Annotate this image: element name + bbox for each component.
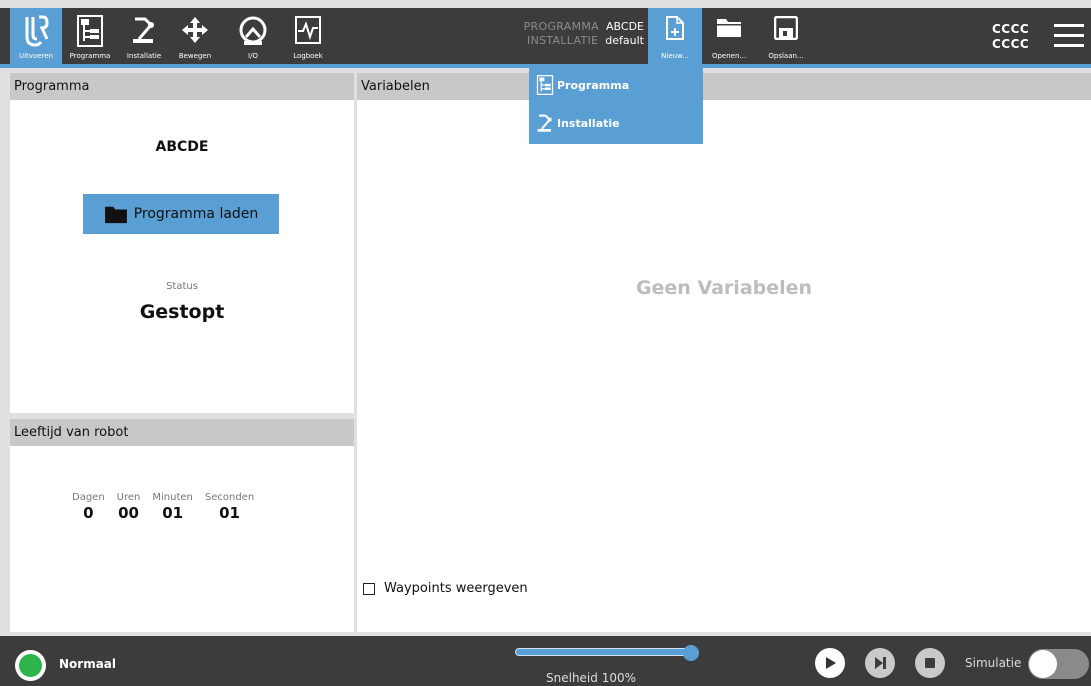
user-line-1: CCCC bbox=[992, 22, 1030, 36]
nav-programma[interactable]: Programma bbox=[62, 8, 118, 64]
toggle-knob bbox=[1029, 650, 1057, 678]
nav-label: Installatie bbox=[126, 52, 162, 60]
age-value: 00 bbox=[118, 504, 139, 522]
age-label: Seconden bbox=[204, 492, 255, 503]
log-chart-icon bbox=[295, 16, 321, 44]
new-label: Nieuw... bbox=[661, 52, 689, 60]
checkbox-box[interactable] bbox=[363, 582, 375, 595]
nav-label: Bewegen bbox=[178, 52, 212, 60]
robot-arm-icon bbox=[537, 114, 552, 132]
show-waypoints-label: Waypoints weergeven bbox=[384, 581, 528, 596]
nav-installatie[interactable]: Installatie bbox=[120, 8, 168, 64]
nav-label: Logboek bbox=[293, 52, 323, 60]
play-button[interactable] bbox=[815, 648, 845, 678]
open-button[interactable]: Openen... bbox=[704, 8, 754, 64]
new-menu-label: Installatie bbox=[557, 116, 620, 130]
program-panel: Programma ABCDE Programma laden Status G… bbox=[10, 73, 354, 413]
robot-age-panel: Leeftijd van robot Dagen 0 Uren 00 Minut… bbox=[10, 419, 354, 632]
program-name: ABCDE bbox=[155, 139, 209, 155]
new-menu-label: Programma bbox=[557, 78, 630, 92]
nav-label: I/O bbox=[248, 52, 258, 60]
play-icon bbox=[826, 657, 836, 669]
nav-io[interactable]: I/O bbox=[232, 8, 274, 64]
variables-panel-title: Variabelen bbox=[357, 73, 1091, 100]
speed-slider-thumb[interactable] bbox=[683, 645, 699, 661]
nav-label: Programma bbox=[69, 52, 111, 60]
installation-value: default bbox=[605, 34, 644, 47]
save-label: Opslaan... bbox=[768, 52, 804, 60]
age-label: Minuten bbox=[152, 492, 193, 503]
robot-age-title: Leeftijd van robot bbox=[10, 419, 354, 446]
nav-logboek[interactable]: Logboek bbox=[284, 8, 332, 64]
status-label: Status bbox=[166, 281, 198, 292]
program-installation-info: PROGRAMMA ABCDE INSTALLATIE default bbox=[524, 20, 644, 48]
new-menu-item-programma[interactable]: Programma bbox=[535, 73, 629, 97]
simulation-toggle[interactable] bbox=[1028, 649, 1089, 679]
stop-icon bbox=[925, 658, 935, 668]
age-label: Dagen bbox=[72, 492, 105, 503]
simulation-label: Simulatie bbox=[965, 656, 1022, 670]
new-menu-item-installatie[interactable]: Installatie bbox=[535, 111, 620, 135]
folder-icon bbox=[717, 19, 741, 37]
robot-mode-label: Normaal bbox=[59, 657, 117, 671]
folder-icon bbox=[104, 206, 127, 224]
age-label: Uren bbox=[116, 492, 141, 503]
user-line-2: CCCC bbox=[992, 37, 1030, 51]
show-waypoints-checkbox[interactable]: Waypoints weergeven bbox=[363, 581, 528, 596]
new-button[interactable]: Nieuw... bbox=[648, 8, 702, 64]
age-minutes: Minuten 01 bbox=[152, 492, 193, 522]
age-value: 0 bbox=[83, 504, 94, 522]
age-seconds: Seconden 01 bbox=[205, 492, 254, 522]
stop-button[interactable] bbox=[915, 648, 945, 678]
program-key: PROGRAMMA bbox=[523, 20, 600, 33]
speed-slider-track[interactable] bbox=[515, 648, 691, 656]
robot-arm-icon bbox=[133, 17, 154, 43]
program-tree-icon bbox=[536, 75, 554, 95]
step-forward-icon bbox=[875, 657, 886, 669]
load-program-button[interactable]: Programma laden bbox=[83, 194, 279, 234]
speed-label: Snelheid 100% bbox=[546, 671, 636, 685]
age-value: 01 bbox=[219, 504, 240, 522]
status-value: Gestopt bbox=[139, 301, 225, 323]
bottom-status-bar: Normaal Snelheid 100% Simulatie bbox=[0, 636, 1091, 686]
age-value: 01 bbox=[162, 504, 184, 522]
new-dropdown-menu: Programma Installatie bbox=[529, 68, 703, 144]
variables-panel: Variabelen Geen Variabelen Waypoints wee… bbox=[357, 73, 1091, 632]
robot-status-indicator-icon[interactable] bbox=[15, 650, 46, 681]
program-tree-icon bbox=[77, 15, 103, 47]
no-variables-text: Geen Variabelen bbox=[635, 277, 813, 299]
nav-label: Uitvoeren bbox=[18, 52, 53, 60]
floppy-disk-icon bbox=[774, 16, 798, 40]
nav-uitvoeren[interactable]: Uitvoeren bbox=[10, 8, 62, 64]
load-program-label: Programma laden bbox=[133, 206, 259, 222]
program-panel-title: Programma bbox=[10, 73, 354, 100]
step-button[interactable] bbox=[865, 648, 895, 678]
save-button[interactable]: Opslaan... bbox=[758, 8, 814, 64]
robot-age-grid: Dagen 0 Uren 00 Minuten 01 Seconden 01 bbox=[72, 492, 266, 522]
installation-key: INSTALLATIE bbox=[527, 34, 599, 47]
io-gauge-icon bbox=[239, 16, 267, 45]
move-arrows-icon bbox=[182, 17, 208, 43]
open-label: Openen... bbox=[711, 52, 747, 60]
nav-bewegen[interactable]: Bewegen bbox=[174, 8, 216, 64]
age-days: Dagen 0 bbox=[72, 492, 105, 522]
new-file-icon bbox=[666, 16, 684, 40]
ur-logo-icon bbox=[25, 15, 49, 47]
hamburger-menu-icon[interactable] bbox=[1054, 24, 1084, 48]
age-hours: Uren 00 bbox=[117, 492, 141, 522]
user-display: CCCC CCCC bbox=[992, 22, 1029, 52]
top-toolbar: Uitvoeren Programma Installatie Bewegen bbox=[0, 8, 1091, 64]
program-value: ABCDE bbox=[606, 20, 644, 33]
